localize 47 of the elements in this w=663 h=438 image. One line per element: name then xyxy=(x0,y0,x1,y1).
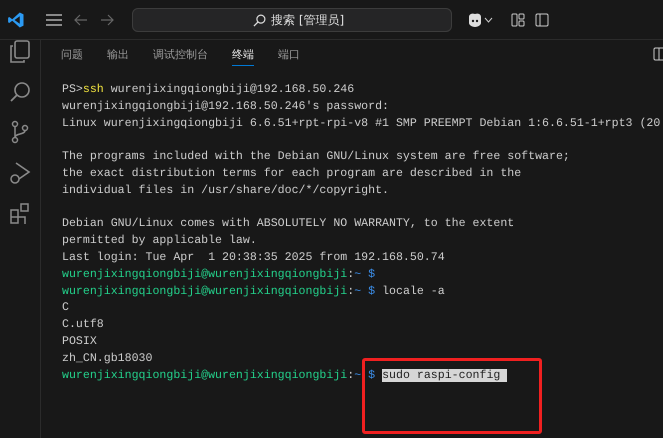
panel-tab[interactable]: 调试控制台 xyxy=(153,42,208,66)
prompt-user: wurenjixingqiongbiji@wurenjixingqiongbiji xyxy=(62,284,348,298)
terminal-text: locale -a xyxy=(381,284,445,298)
prompt-path: ~ $ xyxy=(354,268,376,281)
terminal-text: C.utf8 xyxy=(62,318,104,332)
forward-arrow-icon[interactable] xyxy=(100,14,114,26)
terminal-text: the exact distribution terms for each program are described in the xyxy=(62,166,522,180)
terminal-text: wurenjixingqiongbiji@192.168.50.246's password: xyxy=(62,100,389,113)
terminal-text: The programs included with the Debian GNU/Linux system are free software; xyxy=(62,150,570,164)
extensions-icon[interactable] xyxy=(9,202,31,224)
terminal-text: zh_CN.gb18030 xyxy=(62,352,152,365)
prompt-path: ~ $ xyxy=(354,368,376,382)
terminal-text: : xyxy=(347,284,354,298)
terminal-text: : xyxy=(347,368,354,382)
chevron-down-icon[interactable] xyxy=(484,16,493,22)
terminal-text: wurenjixingqiongbiji@192.168.50.246 xyxy=(110,83,354,96)
panel-tab[interactable]: 问题 xyxy=(61,42,83,66)
terminal-text: POSIX xyxy=(62,334,97,348)
terminal-text: PS> xyxy=(62,83,83,96)
terminal-text: : xyxy=(347,268,354,281)
selected-text: sudo raspi-config xyxy=(382,368,508,382)
sidebar-toggle-icon[interactable] xyxy=(535,12,549,26)
terminal-text: C xyxy=(62,301,69,314)
prompt-user: wurenjixingqiongbiji@wurenjixingqiongbiji xyxy=(62,268,348,281)
files-icon[interactable] xyxy=(9,40,31,64)
panel-tab[interactable]: 终端 xyxy=(232,42,254,66)
terminal-text: Last login: Tue Apr 1 20:38:35 2025 from 192.168.50.74 xyxy=(62,250,445,264)
command-text: ssh xyxy=(82,83,104,96)
terminal-text: permitted by applicable law. xyxy=(62,234,257,248)
search-icon xyxy=(253,14,266,26)
panel-layout-icon[interactable] xyxy=(653,47,663,61)
prompt-path: ~ $ xyxy=(354,284,376,298)
menu-icon[interactable] xyxy=(46,14,62,26)
run-debug-icon[interactable] xyxy=(9,161,31,185)
source-control-icon[interactable] xyxy=(10,120,30,144)
search-field[interactable]: 搜索 [管理员] xyxy=(132,8,452,32)
terminal-text: Debian GNU/Linux comes with ABSOLUTELY NO WARRANTY, to the extent xyxy=(62,217,514,230)
back-arrow-icon[interactable] xyxy=(74,14,88,26)
panel-tab[interactable]: 端口 xyxy=(278,42,300,66)
panel-tab[interactable]: 输出 xyxy=(107,42,129,66)
app-logo-icon xyxy=(7,10,25,28)
search-icon[interactable] xyxy=(9,81,31,103)
terminal-text: individual files in /usr/share/doc/*/copyright. xyxy=(62,184,389,197)
layout-icon[interactable] xyxy=(511,12,525,26)
prompt-user: wurenjixingqiongbiji@wurenjixingqiongbiji xyxy=(62,368,348,382)
terminal-text: Linux wurenjixingqiongbiji 6.6.51+rpt-rpi-v8 #1 SMP PREEMPT Debian 1:6.6.51-1+rpt3 (20 xyxy=(62,116,660,130)
copilot-icon[interactable] xyxy=(466,12,484,28)
